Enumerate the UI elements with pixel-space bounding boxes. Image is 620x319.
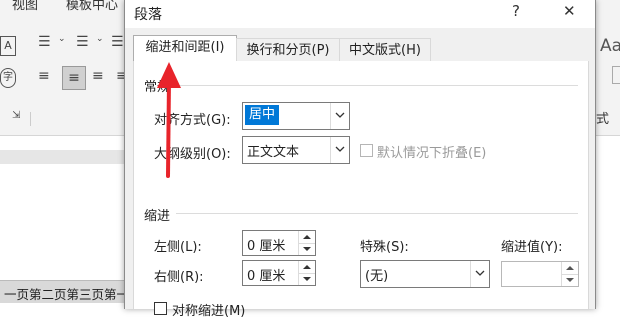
styles-preview[interactable]: Aa xyxy=(600,36,620,56)
align-left-icon[interactable]: ≡ xyxy=(38,68,50,84)
general-group-line xyxy=(176,85,578,86)
tab-panel: 常规 对齐方式(G): 居中 大纲级别(O): 正文文本 默认情况下折叠(E) … xyxy=(133,61,589,319)
styles-label: 式 xyxy=(596,112,610,127)
indent-right-label: 右侧(R): xyxy=(154,270,204,285)
chevron-down-icon[interactable] xyxy=(330,137,349,163)
chevron-down-icon[interactable] xyxy=(470,261,489,287)
indent-right-input[interactable]: 0 厘米 xyxy=(242,260,316,286)
tab-line-page-breaks[interactable]: 换行和分页(P) xyxy=(236,38,340,63)
align-right-icon[interactable]: ≡ xyxy=(92,68,104,84)
page-strip-text[interactable]: 一页第二页第三页第一 xyxy=(4,284,129,303)
indent-group-line xyxy=(176,213,578,214)
indent-right-spinner xyxy=(298,261,315,285)
align-center-icon[interactable]: ≡ xyxy=(62,66,86,90)
help-button[interactable]: ? xyxy=(512,2,520,20)
menu-view[interactable]: 视图 xyxy=(12,0,38,13)
indent-left-value: 0 厘米 xyxy=(247,239,286,254)
indent-left-label: 左侧(L): xyxy=(154,240,202,255)
page-tab-strip: 一页第二页第三页第一 xyxy=(0,280,129,303)
paragraph-dialog: 段落 ? ✕ 缩进和间距(I) 换行和分页(P) 中文版式(H) 常规 对齐方式… xyxy=(124,0,596,319)
collapse-default-checkbox[interactable] xyxy=(360,144,373,157)
styles-scroll-button[interactable] xyxy=(612,66,620,84)
numbering-icon[interactable]: ☰ xyxy=(76,34,89,50)
indent-by-input[interactable] xyxy=(501,261,579,287)
indent-by-label: 缩进值(Y): xyxy=(501,240,563,255)
spin-down-icon[interactable] xyxy=(299,273,315,285)
spin-down-icon[interactable] xyxy=(562,274,578,286)
enclose-char-icon[interactable]: 字 xyxy=(0,68,16,88)
outline-level-value: 正文文本 xyxy=(247,145,300,160)
menu-template-center[interactable]: 模板中心 xyxy=(66,0,118,13)
mirror-indent-label: 对称缩进(M) xyxy=(172,304,246,319)
outline-level-select[interactable]: 正文文本 xyxy=(242,136,350,164)
numbering-dropdown-icon[interactable]: ⌄ xyxy=(96,34,104,44)
char-border-icon[interactable]: A xyxy=(0,36,16,56)
spin-down-icon[interactable] xyxy=(299,243,315,255)
indent-left-input[interactable]: 0 厘米 xyxy=(242,230,316,256)
special-value: (无) xyxy=(365,269,389,284)
dialog-title: 段落 xyxy=(134,7,162,23)
indent-right-value: 0 厘米 xyxy=(247,269,286,284)
tab-asian-typography[interactable]: 中文版式(H) xyxy=(339,38,431,63)
paragraph-launcher-icon[interactable]: ⇲ xyxy=(12,110,20,121)
special-label: 特殊(S): xyxy=(360,240,409,255)
indent-by-spinner xyxy=(561,262,578,286)
special-select[interactable]: (无) xyxy=(360,260,490,288)
alignment-select[interactable]: 居中 xyxy=(242,102,350,130)
bullets-dropdown-icon[interactable]: ⌄ xyxy=(58,34,66,44)
collapse-default-label: 默认情况下折叠(E) xyxy=(377,146,487,161)
annotation-arrow-icon xyxy=(157,62,181,178)
multilevel-list-icon[interactable]: ☰ xyxy=(111,34,124,50)
bullets-icon[interactable]: ☰ xyxy=(38,34,51,50)
ribbon-separator xyxy=(30,112,31,126)
alignment-value: 居中 xyxy=(245,105,280,125)
indent-left-spinner xyxy=(298,231,315,255)
indent-group-label: 缩进 xyxy=(144,209,171,224)
close-button[interactable]: ✕ xyxy=(563,2,576,20)
chevron-down-icon[interactable] xyxy=(330,103,349,129)
dialog-titlebar[interactable]: 段落 ? ✕ xyxy=(125,0,595,28)
ruler-area xyxy=(0,150,130,164)
